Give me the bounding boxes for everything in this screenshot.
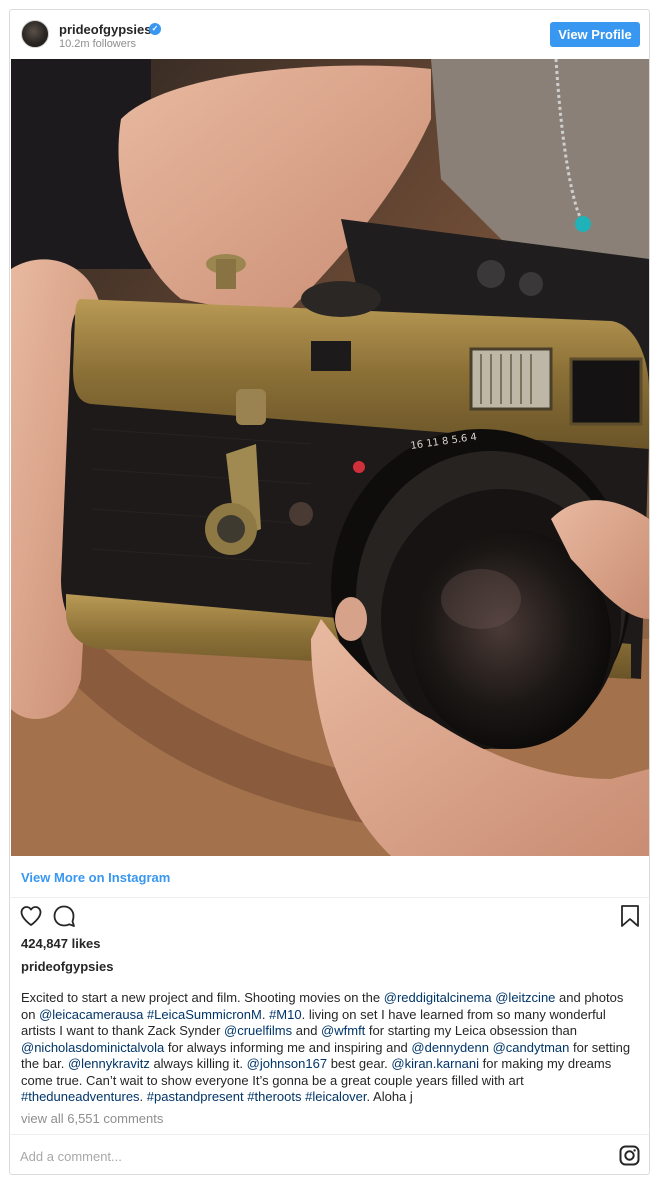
add-comment-bar xyxy=(10,1134,649,1174)
caption-tag-link[interactable]: @leicacamerausa xyxy=(39,1007,143,1022)
follower-count: 10.2m followers xyxy=(59,38,137,50)
view-all-comments-link[interactable]: view all 6,551 comments xyxy=(21,1111,163,1126)
caption-tag-link[interactable]: @cruelfilms xyxy=(224,1023,292,1038)
caption-text: best gear. xyxy=(327,1056,392,1071)
caption-tag-link[interactable]: @lennykravitz xyxy=(68,1056,150,1071)
caption-text: for always informing me and inspiring an… xyxy=(164,1039,412,1055)
instagram-icon[interactable] xyxy=(619,1145,640,1166)
heart-icon[interactable] xyxy=(19,904,43,928)
camera-photo-illustration: 16 11 8 5.6 4 xyxy=(11,59,649,856)
caption-text: always killing it. xyxy=(149,1056,247,1071)
caption-tag-link[interactable]: #M10 xyxy=(269,1007,302,1022)
caption-text: for starting my Leica obsession than xyxy=(365,1023,578,1038)
like-count[interactable]: 424,847 likes xyxy=(21,936,101,951)
caption-text: . xyxy=(261,1006,270,1022)
caption-tag-link[interactable]: @reddigitalcinema xyxy=(384,990,492,1005)
caption-text: . xyxy=(139,1089,147,1104)
instagram-embed-card: prideofgypsies ✓ 10.2m followers View Pr… xyxy=(9,9,650,1175)
post-header: prideofgypsies ✓ 10.2m followers View Pr… xyxy=(10,10,649,59)
caption-tag-link[interactable]: @leitzcine xyxy=(495,990,555,1005)
caption-text: and xyxy=(292,1023,322,1038)
caption-tag-link[interactable]: #theroots xyxy=(247,1089,301,1104)
caption-tag-link[interactable]: @candytman xyxy=(493,1040,570,1055)
caption-tag-link[interactable]: #pastandpresent xyxy=(147,1089,244,1104)
post-owner-username[interactable]: prideofgypsies xyxy=(21,959,113,974)
bookmark-icon[interactable] xyxy=(620,904,640,928)
caption-text: Excited to start a new project and film.… xyxy=(21,990,384,1005)
caption-tag-link[interactable]: #leicalover xyxy=(305,1089,366,1104)
username-link[interactable]: prideofgypsies xyxy=(59,22,151,37)
caption-tag-link[interactable]: @wfmft xyxy=(321,1023,365,1038)
speech-bubble-icon[interactable] xyxy=(52,904,76,928)
avatar[interactable] xyxy=(21,20,49,48)
verified-badge-icon: ✓ xyxy=(149,23,161,35)
caption-tag-link[interactable]: @nicholasdominictalvola xyxy=(21,1040,164,1055)
post-caption: Excited to start a new project and film.… xyxy=(21,990,641,1106)
post-photo[interactable]: 16 11 8 5.6 4 xyxy=(11,59,649,856)
caption-text: . Aloha j xyxy=(366,1089,413,1104)
caption-tag-link[interactable]: #LeicaSummicronM xyxy=(147,1007,262,1022)
caption-tag-link[interactable]: #theduneadventures xyxy=(21,1089,140,1104)
view-more-bar: View More on Instagram xyxy=(10,856,649,898)
add-comment-input[interactable] xyxy=(20,1145,580,1167)
caption-tag-link[interactable]: @kiran.karnani xyxy=(391,1056,479,1071)
caption-tag-link[interactable]: @johnson167 xyxy=(247,1056,327,1071)
view-profile-button[interactable]: View Profile xyxy=(550,22,640,47)
view-more-on-instagram-link[interactable]: View More on Instagram xyxy=(21,870,170,885)
caption-tag-link[interactable]: @dennydenn xyxy=(411,1040,489,1055)
